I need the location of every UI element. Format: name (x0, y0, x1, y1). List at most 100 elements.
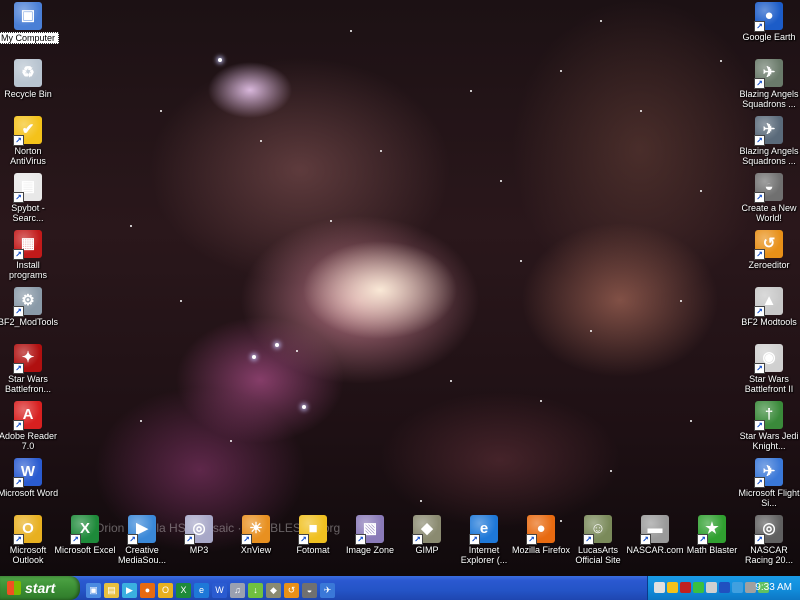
excel-icon[interactable]: X (176, 583, 191, 598)
desktop-icon-label: Zeroeditor (748, 260, 790, 270)
update-tray-icon[interactable] (732, 582, 743, 593)
zeroeditor-icon[interactable]: ↺ (284, 583, 299, 598)
desktop-icon-label: Norton AntiVirus (10, 146, 46, 166)
desktop-icon-google-earth[interactable]: ● ↗ Google Earth (738, 2, 800, 42)
star (350, 30, 352, 32)
desktop-icon-label: Star Wars Jedi Knight... (739, 431, 799, 451)
desktop-icon-internet-explorer[interactable]: e ↗ Internet Explorer (... (453, 515, 515, 565)
desktop-icon-label: BF2 Modtools (741, 317, 797, 327)
shortcut-arrow-icon: ↗ (526, 534, 537, 545)
star (380, 150, 382, 152)
desktop-icon-lucasarts-official-site[interactable]: ☺ ↗ LucasArts Official Site (567, 515, 629, 565)
flight-icon[interactable]: ✈ (320, 583, 335, 598)
firefox-icon[interactable]: ● (140, 583, 155, 598)
install-programs-icon: ▦ ↗ (13, 230, 42, 260)
shield-tray-icon[interactable] (680, 582, 691, 593)
shortcut-arrow-icon: ↗ (13, 192, 24, 203)
star-wars-jedi-knight-icon: † ↗ (754, 401, 783, 431)
desktop-icon-creative-mediasou[interactable]: ▶ ↗ Creative MediaSou... (111, 515, 173, 565)
shortcut-arrow-icon: ↗ (241, 534, 252, 545)
shortcut-arrow-icon: ↗ (412, 534, 423, 545)
shortcut-arrow-icon: ↗ (754, 477, 765, 488)
antivirus-tray-icon[interactable] (719, 582, 730, 593)
desktop-icon-norton-antivirus[interactable]: ✔ ↗ Norton AntiVirus (0, 116, 59, 166)
media-player-icon[interactable]: ▶ (122, 583, 137, 598)
desktop-icon-recycle-bin[interactable]: ♻ Recycle Bin (0, 59, 59, 99)
desktop-icon-label: MP3 (189, 545, 209, 555)
shortcut-arrow-icon: ↗ (13, 363, 24, 374)
microsoft-word-icon: W ↗ (13, 458, 42, 488)
nascar-racing-20-icon: ◎ ↗ (754, 515, 783, 545)
network-tray-icon[interactable] (654, 582, 665, 593)
desktop-icon-label: XnView (240, 545, 272, 555)
shortcut-arrow-icon: ↗ (754, 192, 765, 203)
desktop-icon-math-blaster[interactable]: ★ ↗ Math Blaster (681, 515, 743, 555)
shortcut-arrow-icon: ↗ (754, 363, 765, 374)
desktop-icon-blazing-angels-squadrons[interactable]: ✈ ↗ Blazing Angels Squadrons ... (738, 59, 800, 109)
star-wars-battlefront-ii-icon: ◉ ↗ (754, 344, 783, 374)
desktop-icon-microsoft-excel[interactable]: X ↗ Microsoft Excel (54, 515, 116, 555)
start-button[interactable]: start (0, 576, 80, 600)
desktop-icon-label: Recycle Bin (4, 89, 52, 99)
desktop-icon-microsoft-outlook[interactable]: O ↗ Microsoft Outlook (0, 515, 59, 565)
desktop-icon-bf2-modtools[interactable]: ⚙ ↗ BF2_ModTools (0, 287, 59, 327)
star (218, 58, 222, 62)
desktop-icon-mp3[interactable]: ◎ ↗ MP3 (168, 515, 230, 555)
desktop-icon-star-wars-jedi-knight[interactable]: † ↗ Star Wars Jedi Knight... (738, 401, 800, 451)
desktop-icon-label: Microsoft Word (0, 488, 59, 498)
desktop-icon-install-programs[interactable]: ▦ ↗ Install programs (0, 230, 59, 280)
desktop-icon-microsoft-flight-si[interactable]: ✈ ↗ Microsoft Flight Si... (738, 458, 800, 508)
desktop-icon-spybot-searc[interactable]: ▤ ↗ Spybot - Searc... (0, 173, 59, 223)
zeroeditor-icon: ↺ ↗ (754, 230, 783, 260)
itunes-icon[interactable]: ♫ (230, 583, 245, 598)
desktop-icon-nascar-racing-20[interactable]: ◎ ↗ NASCAR Racing 20... (738, 515, 800, 565)
star (680, 300, 682, 302)
desktop-icon-adobe-reader-7-0[interactable]: A ↗ Adobe Reader 7.0 (0, 401, 59, 451)
desktop-icon-create-a-new-world[interactable]: ◒ ↗ Create a New World! (738, 173, 800, 223)
messenger-tray-icon[interactable] (693, 582, 704, 593)
gimp-icon[interactable]: ◆ (266, 583, 281, 598)
game-icon[interactable]: ◒ (302, 583, 317, 598)
microsoft-flight-si-icon: ✈ ↗ (754, 458, 783, 488)
desktop-icon-bf2-modtools[interactable]: ▲ ↗ BF2 Modtools (738, 287, 800, 327)
desktop-icon-blazing-angels-squadrons[interactable]: ✈ ↗ Blazing Angels Squadrons ... (738, 116, 800, 166)
desktop-icon-star-wars-battlefron[interactable]: ✦ ↗ Star Wars Battlefron... (0, 344, 59, 394)
norton-tray-icon[interactable] (667, 582, 678, 593)
clock[interactable]: 9:33 AM (755, 576, 792, 600)
desktop-icon-nascar-com[interactable]: ▬ ↗ NASCAR.com (624, 515, 686, 555)
desktop-icon-fotomat[interactable]: ■ ↗ Fotomat (282, 515, 344, 555)
desktop-icon-xnview[interactable]: ☀ ↗ XnView (225, 515, 287, 555)
network-icon[interactable]: ↓ (248, 583, 263, 598)
math-blaster-icon: ★ ↗ (697, 515, 726, 545)
shortcut-arrow-icon: ↗ (754, 135, 765, 146)
outlook-icon[interactable]: O (158, 583, 173, 598)
star (720, 60, 722, 62)
word-icon[interactable]: W (212, 583, 227, 598)
star (640, 110, 642, 112)
desktop-icon[interactable]: ▣ (86, 583, 101, 598)
desktop-icon-label: Mozilla Firefox (511, 545, 570, 555)
desktop-icon-image-zone[interactable]: ▧ ↗ Image Zone (339, 515, 401, 555)
shortcut-arrow-icon: ↗ (469, 534, 480, 545)
desktop-icon-star-wars-battlefront-ii[interactable]: ◉ ↗ Star Wars Battlefront II (738, 344, 800, 394)
blazing-angels-squadrons-icon: ✈ ↗ (754, 59, 783, 89)
desktop-icon-my-computer[interactable]: ▣ My Computer (0, 2, 59, 44)
star (590, 330, 592, 332)
start-label: start (25, 580, 56, 596)
mozilla-firefox-icon: ● ↗ (526, 515, 555, 545)
volume-tray-icon[interactable] (706, 582, 717, 593)
shortcut-arrow-icon: ↗ (640, 534, 651, 545)
explorer-icon[interactable]: ▤ (104, 583, 119, 598)
desktop-icon-microsoft-word[interactable]: W ↗ Microsoft Word (0, 458, 59, 498)
creative-mediasou-icon: ▶ ↗ (127, 515, 156, 545)
shortcut-arrow-icon: ↗ (754, 21, 765, 32)
desktop-icon-label: Microsoft Excel (54, 545, 116, 555)
star (450, 380, 452, 382)
desktop-icon-gimp[interactable]: ◆ ↗ GIMP (396, 515, 458, 555)
desktop-icon-mozilla-firefox[interactable]: ● ↗ Mozilla Firefox (510, 515, 572, 555)
star (420, 500, 422, 502)
desktop-icon-zeroeditor[interactable]: ↺ ↗ Zeroeditor (738, 230, 800, 270)
desktop-icon-label: Image Zone (345, 545, 395, 555)
ie-icon[interactable]: e (194, 583, 209, 598)
xnview-icon: ☀ ↗ (241, 515, 270, 545)
